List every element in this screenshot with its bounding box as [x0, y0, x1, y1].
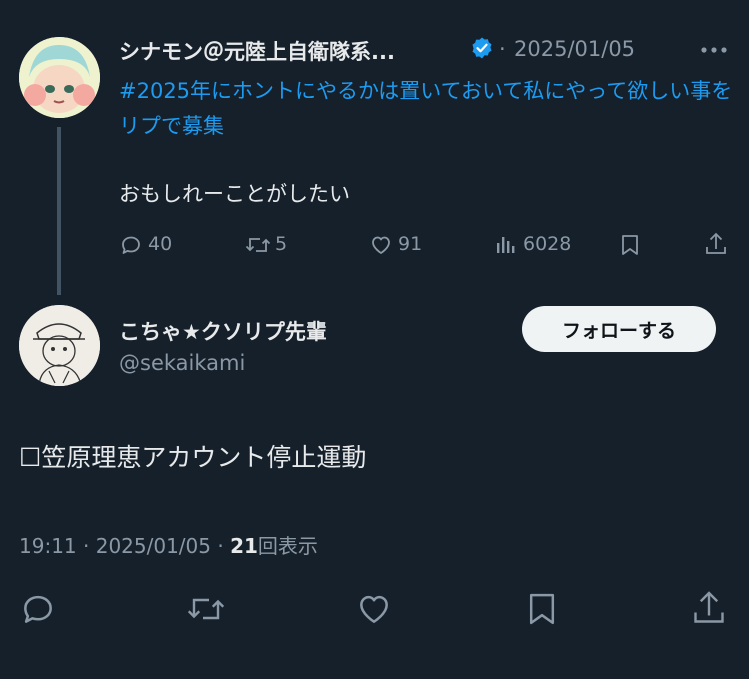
- reply-count: 40: [148, 233, 173, 255]
- views-count: 6028: [523, 233, 572, 255]
- retweet-icon[interactable]: [244, 233, 272, 257]
- share-icon[interactable]: [704, 231, 728, 257]
- more-icon[interactable]: [700, 40, 728, 60]
- reply-views-label: 回表示: [257, 534, 318, 558]
- reply-handle[interactable]: @sekaikami: [119, 351, 245, 375]
- thread-line: [57, 127, 61, 295]
- bookmark-action-icon[interactable]: [525, 590, 559, 628]
- reply-avatar[interactable]: [19, 305, 100, 386]
- verified-badge-icon: [470, 36, 494, 60]
- reply-views-count: 21: [230, 534, 258, 558]
- parent-date[interactable]: 2025/01/05: [514, 37, 635, 61]
- parent-date-separator: ·: [499, 37, 506, 61]
- like-icon[interactable]: [368, 233, 394, 257]
- parent-body-text: おもしれーことがしたい: [119, 182, 350, 206]
- retweet-count: 5: [275, 233, 288, 255]
- meta-separator-1: ·: [83, 534, 90, 558]
- parent-hashtag-text[interactable]: #2025年にホントにやるかは置いておいて私にやって欲しい事をリプで募集: [119, 74, 735, 144]
- parent-author-name[interactable]: シナモン＠元陸上自衛隊系...: [119, 36, 395, 66]
- follow-button[interactable]: フォローする: [522, 306, 716, 352]
- bookmark-icon[interactable]: [619, 233, 641, 257]
- like-count: 91: [398, 233, 423, 255]
- reply-icon[interactable]: [118, 233, 144, 257]
- meta-separator-2: ·: [217, 534, 224, 558]
- reply-author-name[interactable]: こちゃ★クソリプ先輩: [119, 316, 327, 346]
- reply-date[interactable]: 2025/01/05: [96, 534, 211, 558]
- like-action-icon[interactable]: [354, 590, 394, 628]
- retweet-action-icon[interactable]: [185, 590, 227, 628]
- views-icon[interactable]: [495, 233, 517, 257]
- reply-time[interactable]: 19:11: [19, 534, 77, 558]
- reply-action-icon[interactable]: [19, 590, 57, 628]
- parent-avatar[interactable]: [19, 37, 100, 118]
- reply-meta: 19:11 · 2025/01/05 · 21回表示: [19, 530, 318, 559]
- share-action-icon[interactable]: [691, 588, 727, 628]
- reply-text: ☐笠原理恵アカウント停止運動: [19, 443, 367, 472]
